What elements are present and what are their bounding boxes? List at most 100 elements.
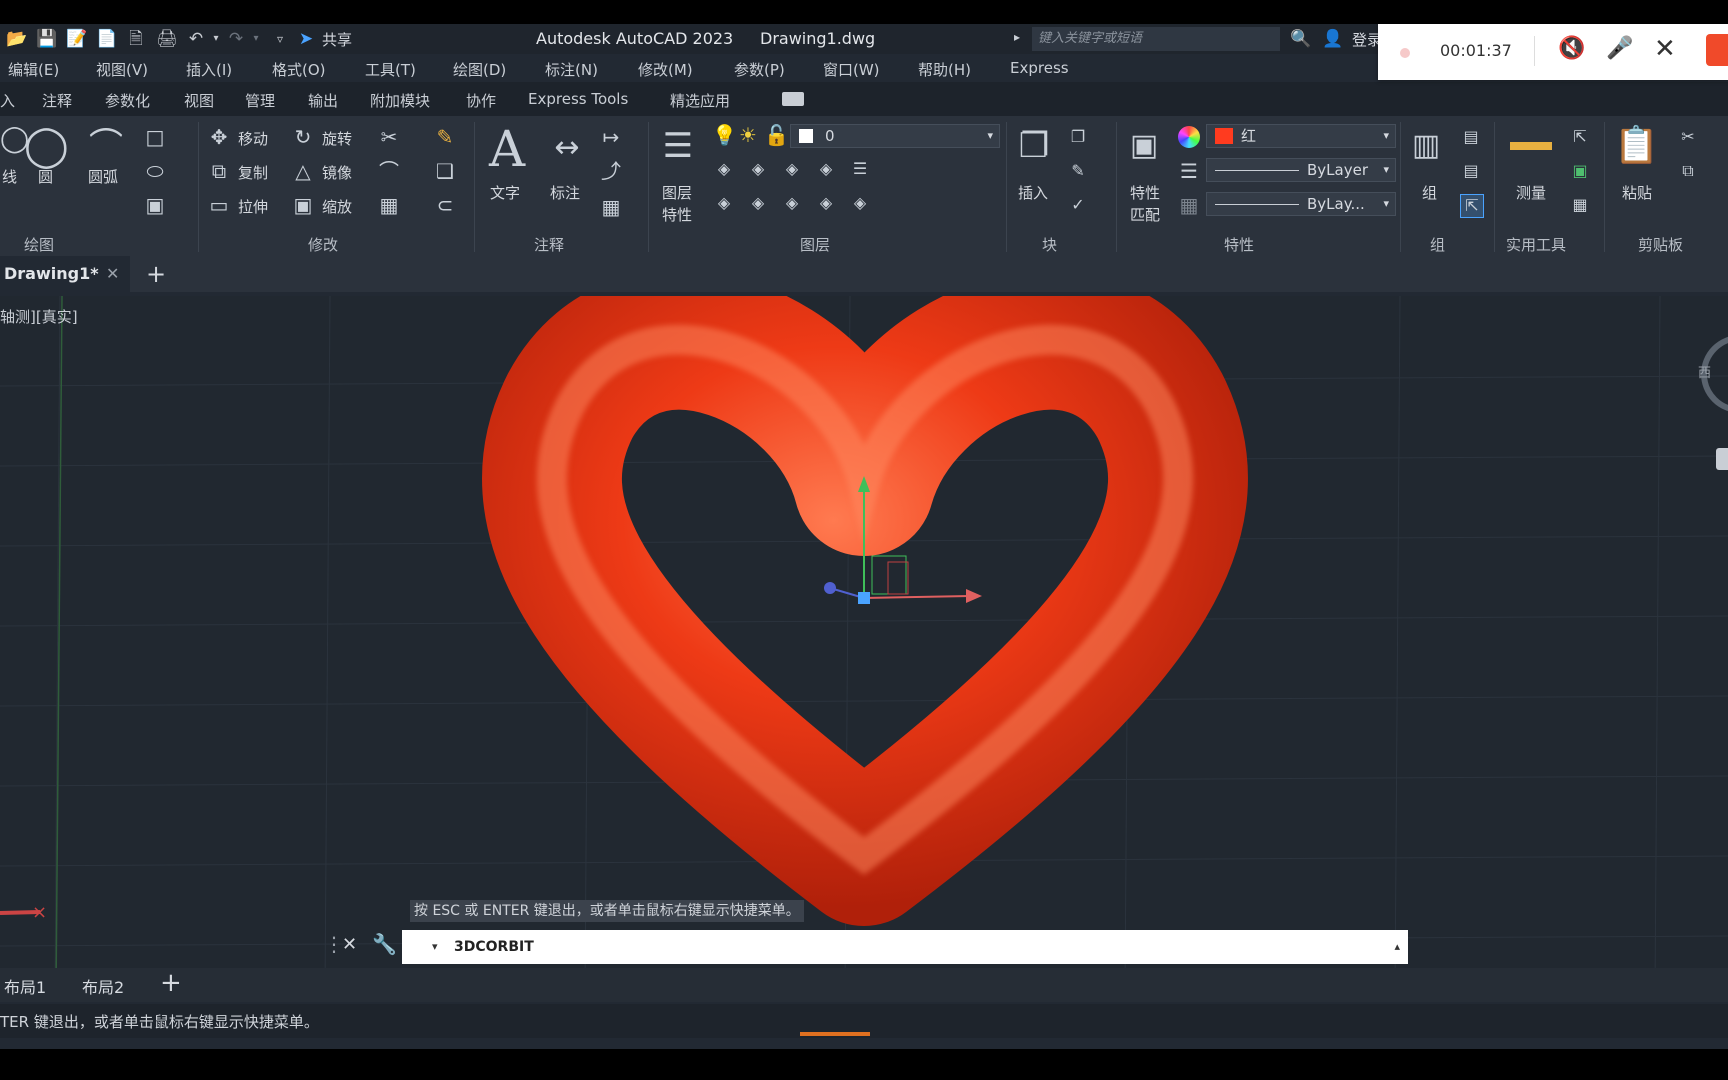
fillet-icon[interactable]: ⌒ xyxy=(378,160,400,182)
tab-featured-apps[interactable]: 精选应用 xyxy=(670,90,730,111)
paste-button[interactable]: 粘贴 xyxy=(1622,182,1652,203)
close-icon[interactable]: ✕ xyxy=(106,264,119,283)
chevron-up-icon[interactable]: ▴ xyxy=(1394,930,1400,964)
copy-icon[interactable]: ⧉ xyxy=(208,160,230,182)
measure-icon[interactable] xyxy=(1510,142,1552,150)
quick-select-icon[interactable]: ⇱ xyxy=(1568,126,1592,148)
group-select-icon[interactable]: ⇱ xyxy=(1460,194,1484,218)
paste-icon[interactable]: 📋 xyxy=(1614,124,1659,168)
text-button[interactable]: 文字 xyxy=(490,182,520,203)
command-grip-icon[interactable]: ⋮ xyxy=(324,932,344,956)
menu-parametric[interactable]: 参数(P) xyxy=(734,59,785,80)
arc-label[interactable]: 圆弧 xyxy=(88,166,118,187)
insert-block-icon[interactable]: ❐ xyxy=(1012,124,1056,168)
copy-clip-icon[interactable]: ⧉ xyxy=(1676,160,1700,182)
tab-annotate[interactable]: 注释 xyxy=(42,90,72,111)
layers-panel-label[interactable]: 图层 xyxy=(800,234,830,255)
layer-tool-3-icon[interactable]: ◈ xyxy=(780,158,804,180)
tab-parametric[interactable]: 参数化 xyxy=(105,90,150,111)
clipboard-panel-label[interactable]: 剪贴板 xyxy=(1638,234,1683,255)
circle-label[interactable]: 圆 xyxy=(38,166,53,187)
rotate-button[interactable]: 旋转 xyxy=(322,128,352,149)
erase-icon[interactable]: ✎ xyxy=(434,126,456,148)
properties-panel-label[interactable]: 特性 xyxy=(1224,234,1254,255)
tab-output[interactable]: 输出 xyxy=(308,90,338,111)
tab-collaborate[interactable]: 协作 xyxy=(466,90,496,111)
tab-view[interactable]: 视图 xyxy=(184,90,214,111)
menu-format[interactable]: 格式(O) xyxy=(272,59,326,80)
plot-icon[interactable]: 📄 xyxy=(96,29,117,49)
select-all-icon[interactable]: ▣ xyxy=(1568,160,1592,182)
open-file-icon[interactable]: 📂 xyxy=(6,29,27,49)
undo-icon[interactable]: ↶ xyxy=(186,29,206,49)
redo-icon[interactable]: ↷ xyxy=(226,29,246,49)
tab-addins[interactable]: 附加模块 xyxy=(370,90,430,111)
layer-tool-6-icon[interactable]: ◈ xyxy=(712,192,736,214)
block-panel-label[interactable]: 块 xyxy=(1042,234,1057,255)
move-icon[interactable]: ✥ xyxy=(208,126,230,148)
print-icon[interactable]: 🖨 xyxy=(156,29,178,49)
match-properties-icon[interactable]: ▣ xyxy=(1122,124,1166,168)
layer-tool-4-icon[interactable]: ◈ xyxy=(814,158,838,180)
tab-drawing1[interactable]: Drawing1* ✕ xyxy=(0,256,130,292)
edit-block-icon[interactable]: ✎ xyxy=(1066,160,1090,182)
customize-qat-icon[interactable]: ▿ xyxy=(270,29,290,49)
redo-dropdown-icon[interactable]: ▾ xyxy=(246,29,266,49)
layer-properties-icon[interactable]: ☰ xyxy=(656,124,700,168)
new-layout-icon[interactable]: + xyxy=(160,968,182,998)
draw-panel-label[interactable]: 绘图 xyxy=(24,234,54,255)
offset-icon[interactable]: ⊂ xyxy=(434,194,456,216)
user-icon[interactable]: 👤 xyxy=(1322,29,1343,49)
line-icon[interactable]: ◯ xyxy=(0,126,29,152)
array-icon[interactable]: ▦ xyxy=(378,194,400,216)
linetype-dropdown[interactable]: ByLayer ▾ xyxy=(1206,158,1396,182)
menu-modify[interactable]: 修改(M) xyxy=(638,59,693,80)
groups-panel-label[interactable]: 组 xyxy=(1430,234,1445,255)
save-icon[interactable]: 💾 xyxy=(36,29,57,49)
viewport-controls-label[interactable]: 轴测][真实] xyxy=(0,306,78,327)
calculator-icon[interactable]: ▦ xyxy=(1568,194,1592,216)
layer-tool-10-icon[interactable]: ◈ xyxy=(848,192,872,214)
ribbon-minimize-icon[interactable] xyxy=(782,92,804,106)
group-icon[interactable]: ▥ xyxy=(1406,126,1446,166)
match-properties-label-2[interactable]: 匹配 xyxy=(1130,204,1160,225)
mirror-button[interactable]: 镜像 xyxy=(322,162,352,183)
model-viewport[interactable]: × 轴测][真实] 西 xyxy=(0,296,1728,992)
chevron-right-icon[interactable]: ▸ xyxy=(1014,30,1020,44)
layer-tool-5-icon[interactable]: ☰ xyxy=(848,158,872,180)
menu-view[interactable]: 视图(V) xyxy=(96,59,148,80)
3d-box-icon[interactable]: ❑ xyxy=(434,160,456,182)
stretch-button[interactable]: 拉伸 xyxy=(238,196,268,217)
dimension-button[interactable]: 标注 xyxy=(550,182,580,203)
text-icon[interactable]: A xyxy=(484,122,530,176)
layer-dropdown[interactable]: 0 ▾ xyxy=(790,124,1000,148)
undo-dropdown-icon[interactable]: ▾ xyxy=(206,29,226,49)
stop-record-button[interactable] xyxy=(1706,34,1728,66)
cut-icon[interactable]: ✂ xyxy=(1676,126,1700,148)
color-dropdown[interactable]: 红 ▾ xyxy=(1206,124,1396,148)
hatch-icon[interactable]: ▣ xyxy=(144,194,166,216)
menu-edit[interactable]: 编辑(E) xyxy=(8,59,59,80)
menu-help[interactable]: 帮助(H) xyxy=(918,59,971,80)
layer-tool-2-icon[interactable]: ◈ xyxy=(746,158,770,180)
menu-insert[interactable]: 插入(I) xyxy=(186,59,232,80)
command-input[interactable]: ▾ 3DCORBIT ▴ xyxy=(402,930,1408,964)
lineweight-dropdown[interactable]: ByLay... ▾ xyxy=(1206,192,1396,216)
measure-button[interactable]: 测量 xyxy=(1516,182,1546,203)
circle-icon[interactable]: ◯ xyxy=(24,124,69,168)
tab-layout1[interactable]: 布局1 xyxy=(4,974,46,998)
ellipse-icon[interactable]: ⬭ xyxy=(144,160,166,182)
export-icon[interactable]: 🗎 xyxy=(126,29,146,49)
ungroup-icon[interactable]: ▤ xyxy=(1460,126,1482,148)
menu-window[interactable]: 窗口(W) xyxy=(823,59,880,80)
layer-properties-label-1[interactable]: 图层 xyxy=(662,182,692,203)
modify-panel-label[interactable]: 修改 xyxy=(308,234,338,255)
move-button[interactable]: 移动 xyxy=(238,128,268,149)
tab-manage[interactable]: 管理 xyxy=(245,90,275,111)
share-button[interactable]: 共享 xyxy=(322,29,352,50)
command-close-icon[interactable]: ✕ xyxy=(342,934,357,955)
new-tab-icon[interactable]: + xyxy=(146,260,166,288)
save-as-icon[interactable]: 📝 xyxy=(66,29,87,49)
tab-layout2[interactable]: 布局2 xyxy=(82,974,124,998)
layer-tool-1-icon[interactable]: ◈ xyxy=(712,158,736,180)
